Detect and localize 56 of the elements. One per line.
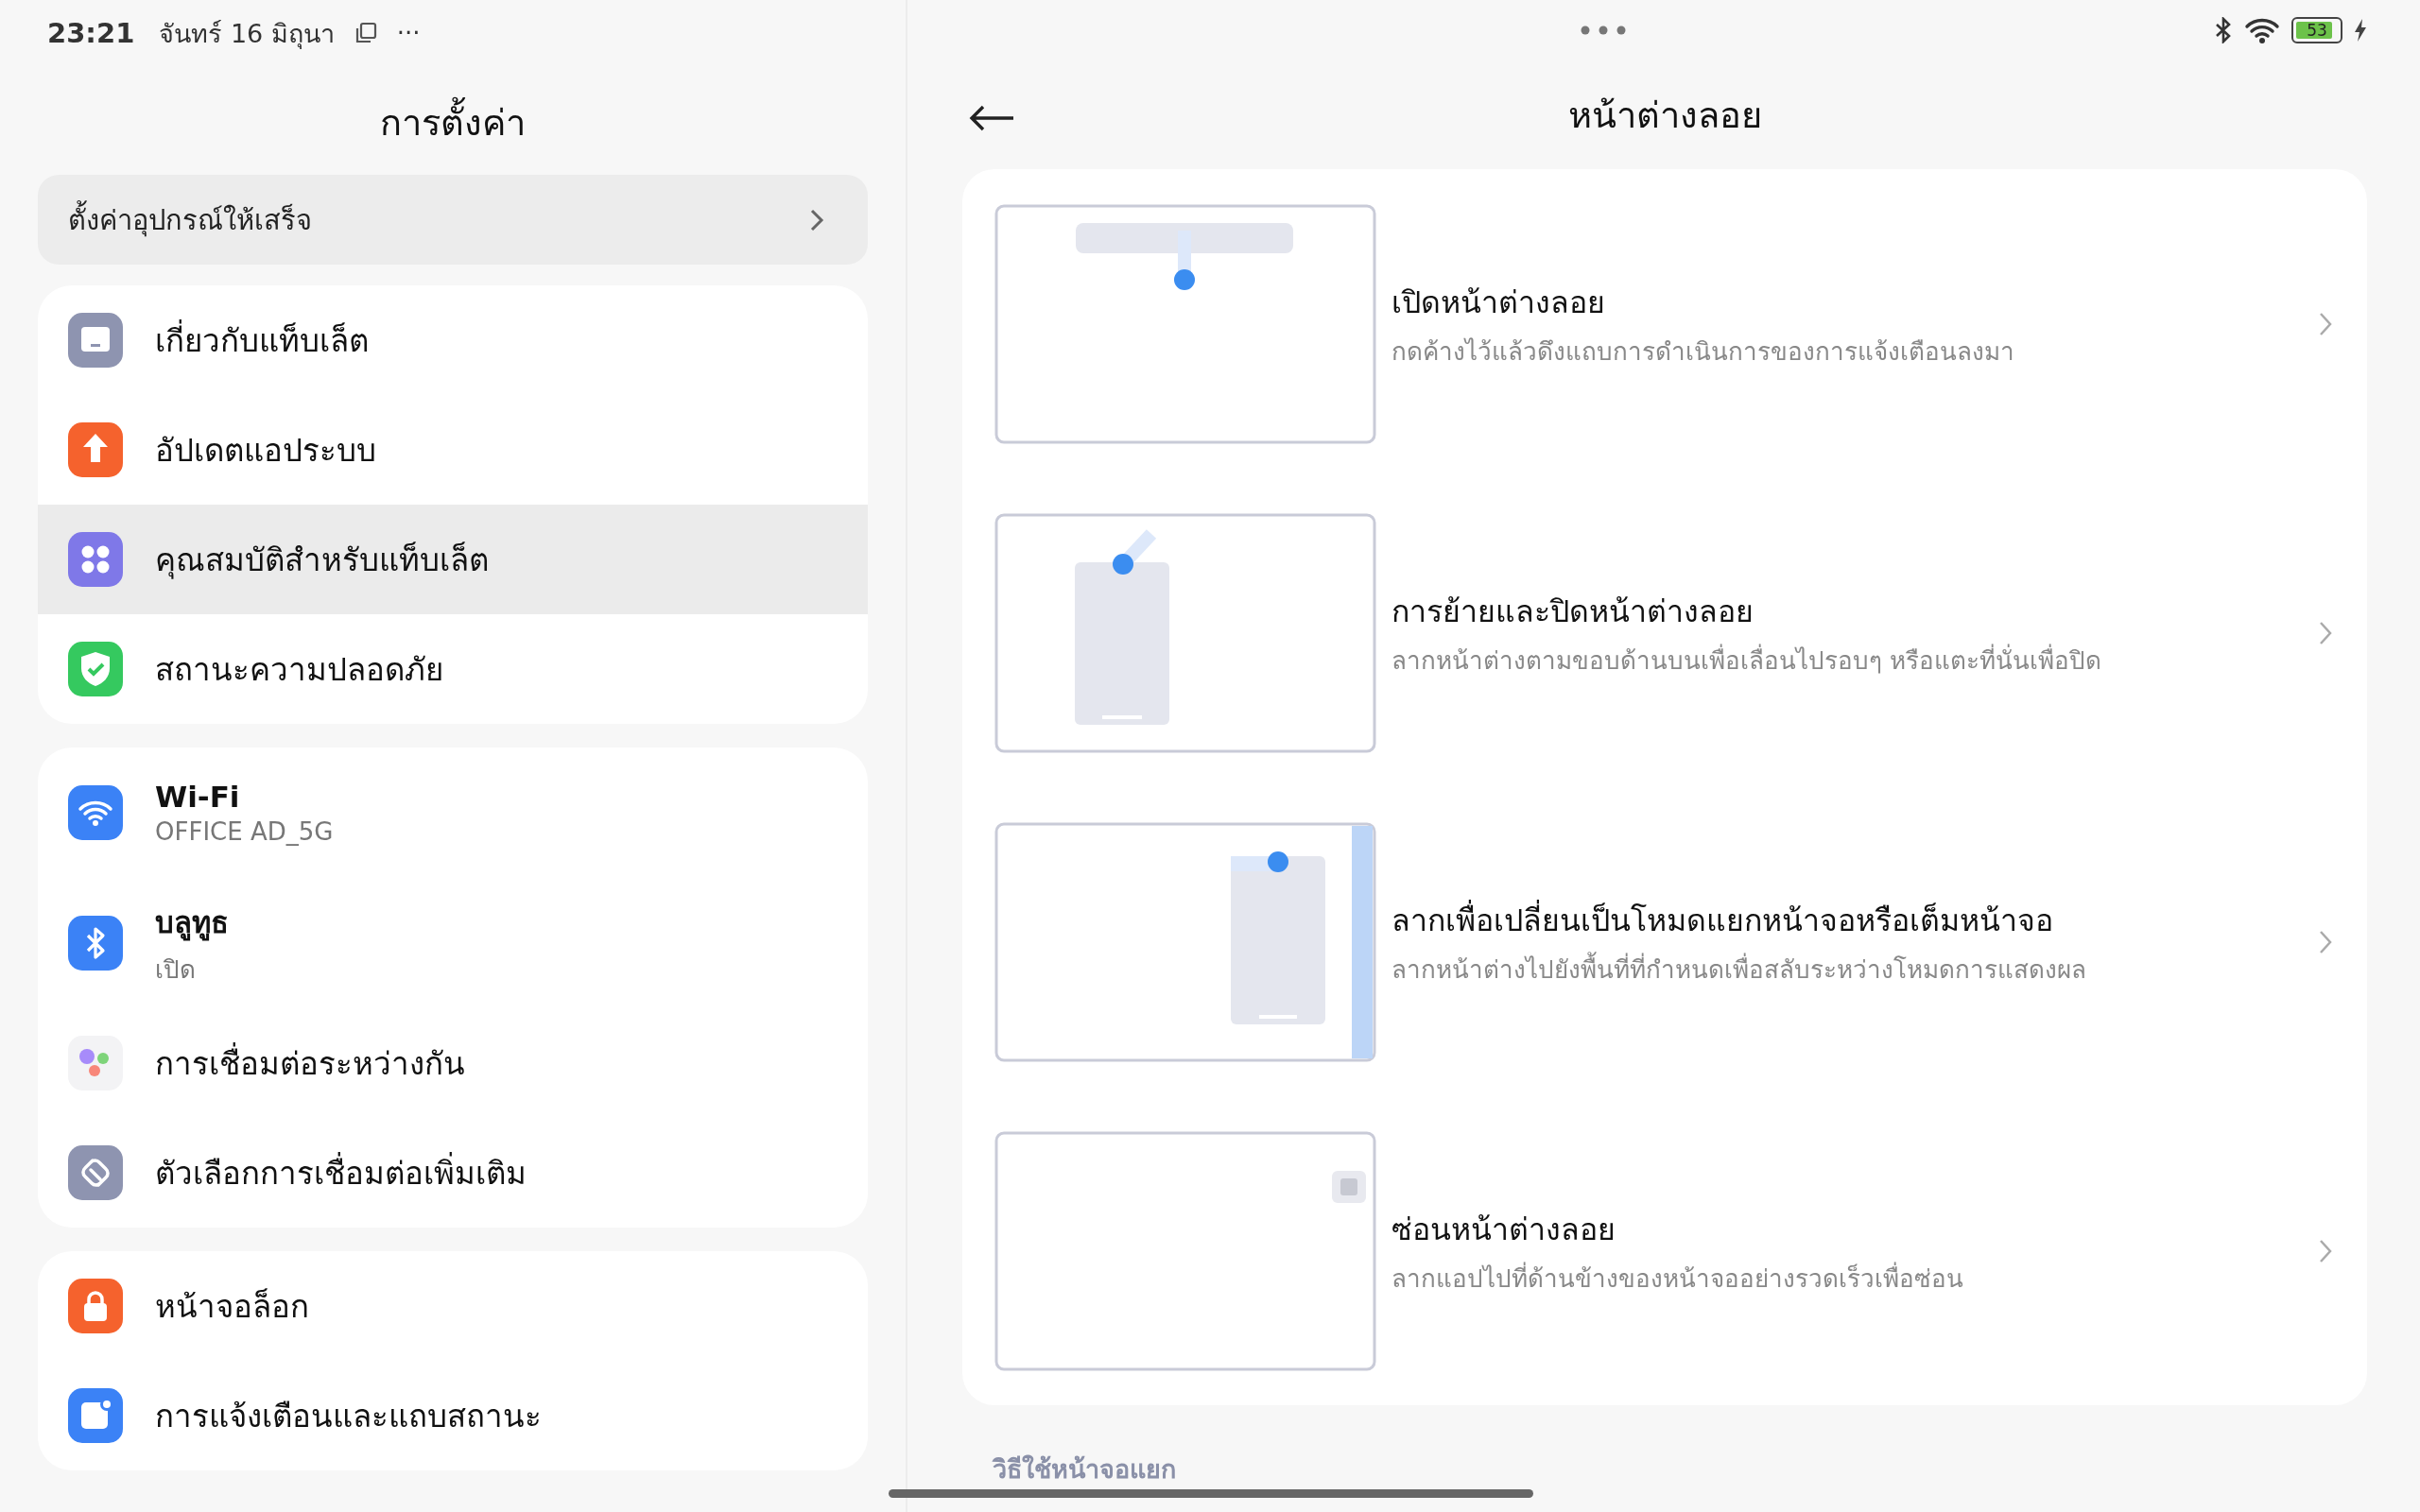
item-label: การแจ้งเตือนและแถบสถานะ [155, 1396, 542, 1436]
status-date: จันทร์ 16 มิถุนา [159, 17, 335, 51]
more-dots-icon [1580, 25, 1627, 36]
status-time: 23:21 [47, 17, 135, 49]
page-title: หน้าต่างลอย [1567, 93, 1762, 138]
section-label: วิธีใช้หน้าจอแยก [993, 1453, 1177, 1486]
tablet-icon [68, 313, 123, 368]
settings-item[interactable]: อัปเดตแอประบบ [38, 395, 868, 505]
guide-description: กดค้างไว้แล้วดึงแถบการดำเนินการของการแจ้งเตือนลงมา [1392, 335, 2015, 368]
wifi-icon [68, 785, 123, 840]
interconnect-icon [68, 1036, 123, 1091]
guide-item[interactable]: การย้ายและปิดหน้าต่างลอย ลากหน้าต่างตามขอบด้านบนเพื่อเลื่อนไปรอบๆ หรือแตะที่นั่นเพื่อปิด [994, 478, 2333, 787]
settings-item[interactable]: สถานะความปลอดภัย [38, 614, 868, 724]
settings-item[interactable]: เกี่ยวกับแท็บเล็ต [38, 285, 868, 395]
guide-title: เปิดหน้าต่างลอย [1392, 283, 1606, 322]
guide-description: ลากหน้าต่างไปยังพื้นที่ที่กำหนดเพื่อสลับระหว่างโหมดการแสดงผล [1392, 949, 2303, 988]
settings-item[interactable]: การเชื่อมต่อระหว่างกัน [38, 1008, 868, 1118]
notifications-icon [68, 1388, 123, 1443]
guide-item[interactable]: ซ่อนหน้าต่างลอย ลากแอปไปที่ด้านข้างของหน้าจออย่างรวดเร็วเพื่อซ่อน [994, 1096, 2333, 1405]
item-label: ตัวเลือกการเชื่อมต่อเพิ่มเติม [155, 1151, 527, 1194]
more-indicator: ··· [396, 19, 421, 47]
settings-item[interactable]: คุณสมบัติสำหรับแท็บเล็ต [38, 505, 868, 614]
guide-title: การย้ายและปิดหน้าต่างลอย [1392, 592, 1754, 631]
item-label: หน้าจอล็อก [155, 1286, 309, 1327]
bluetooth-icon [2214, 17, 2233, 43]
charging-icon [2354, 18, 2367, 43]
features-icon [68, 532, 123, 587]
setup-banner[interactable]: ตั้งค่าอุปกรณ์ให้เสร็จ [38, 175, 868, 265]
settings-item[interactable]: บลูทูธ เปิด [38, 878, 868, 1008]
item-label: คุณสมบัติสำหรับแท็บเล็ต [155, 540, 489, 581]
item-label: อัปเดตแอประบบ [155, 430, 376, 471]
item-label: บลูทูธ [155, 903, 229, 943]
back-arrow-icon [968, 104, 1015, 132]
update-icon [68, 422, 123, 477]
settings-item[interactable]: Wi-Fi OFFICE AD_5G [38, 747, 868, 878]
guide-item[interactable]: ลากเพื่อเปลี่ยนเป็นโหมดแยกหน้าจอหรือเต็มหน้าจอ ลากหน้าต่างไปยังพื้นที่ที่กำหนดเพื่อสลับระหว่างโหมดการแสดงผล [994, 787, 2333, 1096]
guide-description: ลากหน้าต่างตามขอบด้านบนเพื่อเลื่อนไปรอบๆ หรือแตะที่นั่นเพื่อปิด [1392, 643, 2103, 677]
item-value: เปิด [155, 954, 197, 986]
item-label: Wi-Fi [155, 780, 241, 814]
settings-item[interactable]: ตัวเลือกการเชื่อมต่อเพิ่มเติม [38, 1118, 868, 1228]
wifi-icon [2244, 17, 2280, 43]
item-label: การเชื่อมต่อระหว่างกัน [155, 1041, 465, 1084]
security-icon [68, 642, 123, 696]
guide-title: ลากเพื่อเปลี่ยนเป็นโหมดแยกหน้าจอหรือเต็มหน้าจอ [1392, 899, 2054, 940]
guide-item[interactable]: เปิดหน้าต่างลอย กดค้างไว้แล้วดึงแถบการดำเนินการของการแจ้งเตือนลงมา [994, 169, 2333, 478]
bluetooth-icon [68, 916, 123, 971]
settings-item[interactable]: การแจ้งเตือนและแถบสถานะ [38, 1361, 868, 1470]
item-value: OFFICE AD_5G [155, 817, 334, 846]
item-label: สถานะความปลอดภัย [155, 649, 443, 690]
settings-item[interactable]: หน้าจอล็อก [38, 1251, 868, 1361]
lock-icon [68, 1279, 123, 1333]
battery-indicator: 53 [2291, 17, 2342, 43]
guide-description: ลากแอปไปที่ด้านข้างของหน้าจออย่างรวดเร็วเพื่อซ่อน [1392, 1261, 1964, 1295]
settings-title: การตั้งค่า [38, 66, 868, 175]
guide-title: ซ่อนหน้าต่างลอย [1392, 1210, 1616, 1249]
item-label: เกี่ยวกับแท็บเล็ต [155, 318, 369, 361]
